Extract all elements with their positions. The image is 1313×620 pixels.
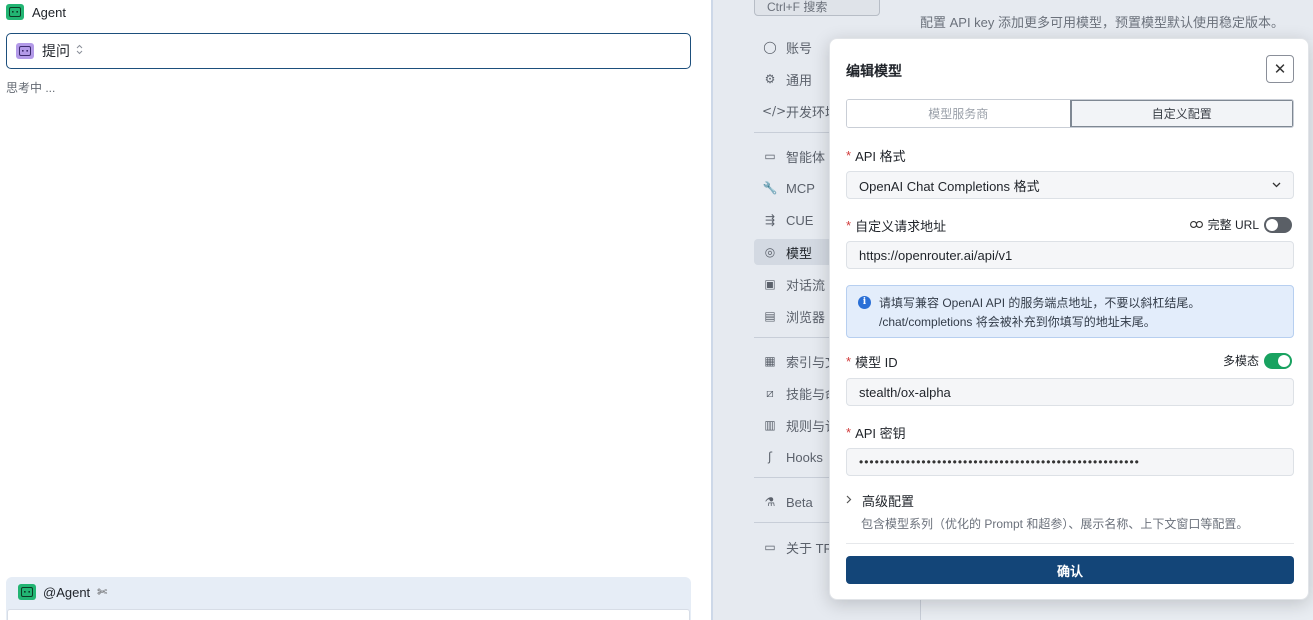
model-id-input[interactable]: stealth/ox-alpha <box>846 378 1294 406</box>
multimodal-toggle-row: 多模态 <box>1223 352 1292 369</box>
url-label: * 自定义请求地址 <box>846 216 946 235</box>
ask-mode-icon <box>16 43 34 59</box>
composer-head: @Agent ✄ <box>6 577 691 600</box>
about-icon: ▭ <box>764 540 776 554</box>
close-icon: ✕ <box>1273 61 1287 78</box>
full-url-toggle-row: 完整 URL <box>1189 216 1292 233</box>
thinking-status: 思考中 ... <box>6 81 56 95</box>
edit-model-dialog: 编辑模型 ✕ 模型服务商 自定义配置 * API 格式 OpenAI Chat … <box>829 38 1309 600</box>
api-format-value: OpenAI Chat Completions 格式 <box>859 178 1040 194</box>
settings-description: 配置 API key 添加更多可用模型，预置模型默认使用稳定版本。 <box>920 15 1285 30</box>
required-marker: * <box>846 354 852 369</box>
full-url-toggle[interactable] <box>1264 216 1292 233</box>
required-marker: * <box>846 218 852 233</box>
dialog-title: 编辑模型 <box>846 63 902 79</box>
multimodal-toggle[interactable] <box>1264 352 1292 369</box>
composer: @Agent ✄ <box>6 577 691 620</box>
nav-label: Beta <box>786 494 813 510</box>
model-icon: ◎ <box>764 245 776 259</box>
model-id-label-text: 模型 ID <box>855 355 898 370</box>
dialog-divider <box>846 543 1294 544</box>
nav-label: Hooks <box>786 449 823 465</box>
api-key-input[interactable]: ••••••••••••••••••••••••••••••••••••••••… <box>846 448 1294 476</box>
settings-search-input[interactable]: Ctrl+F 搜索 <box>754 0 880 16</box>
url-info-notice: i 请填写兼容 OpenAI API 的服务端点地址，不要以斜杠结尾。 /cha… <box>846 285 1294 338</box>
close-button[interactable]: ✕ <box>1266 55 1294 83</box>
nav-label: 智能体 <box>786 149 826 165</box>
skill-icon: ⧄ <box>766 385 774 400</box>
cue-icon: ⇶ <box>764 213 776 227</box>
advanced-config-label: 高级配置 <box>862 494 915 509</box>
nav-label: 通用 <box>786 72 813 88</box>
chevron-down-icon <box>1272 179 1281 191</box>
required-marker: * <box>846 148 852 163</box>
advanced-config-toggle[interactable]: 高级配置 <box>846 491 914 510</box>
nav-label: 对话流 <box>786 277 826 293</box>
chat-flow-icon: ▣ <box>764 277 776 291</box>
rules-icon: ▥ <box>764 418 776 432</box>
bot-icon <box>18 584 36 600</box>
advanced-config-description: 包含模型系列（优化的 Prompt 和超参）、展示名称、上下文窗口等配置。 <box>861 517 1249 531</box>
mode-selector[interactable]: 提问 <box>6 33 691 69</box>
nav-label: MCP <box>786 180 815 196</box>
agent-header: Agent <box>6 3 66 21</box>
required-marker: * <box>846 425 852 440</box>
tools-icon[interactable]: ✄ <box>97 585 107 599</box>
url-input[interactable]: https://openrouter.ai/api/v1 <box>846 241 1294 269</box>
agent-title: Agent <box>32 4 66 20</box>
toggle-knob <box>1266 218 1278 231</box>
config-tabs: 模型服务商 自定义配置 <box>846 99 1294 128</box>
nav-label: 账号 <box>786 40 813 56</box>
chat-input[interactable] <box>7 609 690 620</box>
account-icon: ◯ <box>763 40 777 54</box>
api-format-select[interactable]: OpenAI Chat Completions 格式 <box>846 171 1294 199</box>
index-icon: ▦ <box>764 354 776 368</box>
hook-icon: ʃ <box>767 450 773 464</box>
api-format-label-text: API 格式 <box>855 149 906 164</box>
api-format-label: * API 格式 <box>846 146 906 165</box>
browser-icon: ▤ <box>764 309 776 323</box>
code-icon: </> <box>762 104 787 118</box>
info-icon: i <box>858 296 871 309</box>
api-key-label-text: API 密钥 <box>855 426 906 441</box>
mode-label: 提问 <box>42 43 70 59</box>
tab-model-provider[interactable]: 模型服务商 <box>847 100 1070 127</box>
tab-custom-config[interactable]: 自定义配置 <box>1069 100 1293 127</box>
bot-icon <box>6 4 24 20</box>
confirm-button[interactable]: 确认 <box>846 556 1294 584</box>
nav-label: 关于 TR <box>786 540 833 556</box>
link-icon <box>1189 218 1203 232</box>
chevron-updown-icon <box>76 44 83 58</box>
nav-label: 浏览器 <box>786 309 826 325</box>
chevron-right-icon <box>846 495 854 507</box>
nav-label: 模型 <box>786 245 813 261</box>
wrench-icon: 🔧 <box>762 181 778 195</box>
url-label-text: 自定义请求地址 <box>855 219 947 234</box>
info-line-2: /chat/completions 将会被补充到你填写的地址末尾。 <box>879 315 1156 329</box>
composer-agent-label: @Agent <box>43 584 91 600</box>
nav-label: CUE <box>786 212 814 228</box>
info-line-1: 请填写兼容 OpenAI API 的服务端点地址，不要以斜杠结尾。 <box>879 296 1201 310</box>
model-id-label: * 模型 ID <box>846 352 898 371</box>
api-key-label: * API 密钥 <box>846 423 906 442</box>
chat-pane: Agent 提问 思考中 ... @Agent ✄ <box>0 0 700 620</box>
full-url-label: 完整 URL <box>1207 218 1259 232</box>
bot-icon: ▭ <box>764 149 776 163</box>
toggle-knob <box>1278 354 1290 367</box>
multimodal-label: 多模态 <box>1222 354 1259 368</box>
gear-icon: ⚙ <box>764 72 776 86</box>
beta-icon: ⚗ <box>764 495 776 509</box>
